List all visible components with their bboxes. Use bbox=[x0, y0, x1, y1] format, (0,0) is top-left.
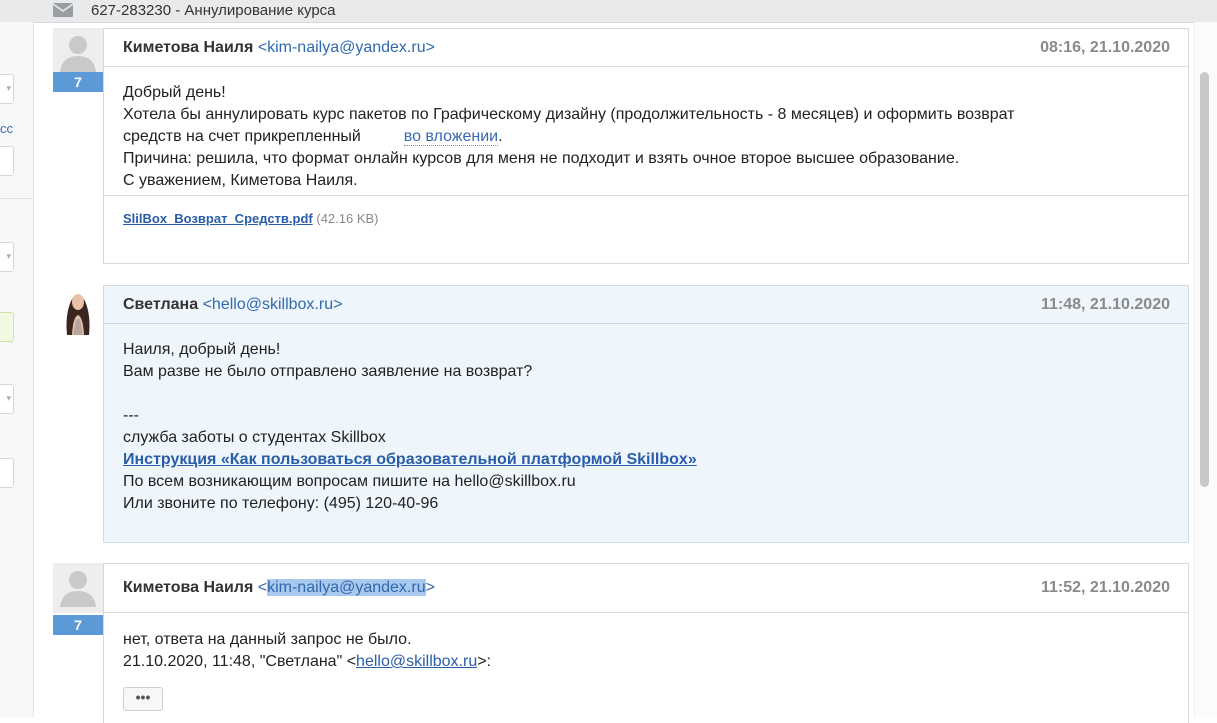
sidebar-dropdown-2[interactable]: ▾ bbox=[0, 242, 14, 272]
attachment-inline-link[interactable]: во вложении bbox=[403, 128, 499, 146]
chevron-down-icon: ▾ bbox=[6, 393, 11, 403]
sidebar-field-1[interactable] bbox=[0, 146, 14, 176]
user-placeholder-icon bbox=[53, 28, 103, 78]
message-date: 11:48, 21.10.2020 bbox=[1040, 296, 1170, 313]
message-body: нет, ответа на данный запрос не было. 21… bbox=[104, 613, 1188, 723]
signature-line: Или звоните по телефону: (495) 120-40-96 bbox=[123, 495, 439, 512]
message-card: Светлана <hello@skillbox.ru> 11:48, 21.1… bbox=[103, 285, 1189, 543]
sidebar-partial-text: сс bbox=[0, 121, 13, 136]
signature-separator: --- bbox=[123, 407, 139, 424]
avatar bbox=[53, 563, 103, 613]
message-header: Киметова Наиля <kim-nailya@yandex.ru> 08… bbox=[104, 29, 1188, 67]
attachment-size: (42.16 KB) bbox=[316, 211, 379, 226]
email-bracket: < bbox=[257, 579, 268, 596]
chevron-down-icon: ▾ bbox=[6, 83, 11, 93]
user-placeholder-icon bbox=[53, 563, 103, 613]
body-line: Хотела бы аннулировать курс пакетов по Г… bbox=[123, 106, 1015, 123]
sender-email[interactable]: <kim-nailya@yandex.ru> bbox=[258, 39, 435, 56]
message-date: 08:16, 21.10.2020 bbox=[1040, 39, 1170, 56]
selected-email-text[interactable]: kim-nailya@yandex.ru bbox=[267, 579, 426, 596]
message-3: 7 Киметова Наиля <kim-nailya@yandex.ru> … bbox=[53, 563, 1189, 723]
body-line: Причина: решила, что формат онлайн курсо… bbox=[123, 150, 960, 167]
staff-avatar bbox=[53, 285, 103, 335]
envelope-icon bbox=[53, 3, 73, 17]
message-date: 11:52, 21.10.2020 bbox=[1040, 579, 1170, 596]
attachment-row: SlilBox_Возврат_Средств.pdf (42.16 KB) bbox=[104, 195, 1188, 242]
sidebar-dropdown-3[interactable]: ▾ bbox=[0, 384, 14, 414]
body-text: . bbox=[498, 128, 503, 145]
sender-name: Киметова Наиля bbox=[123, 579, 254, 596]
body-line: С уважением, Киметова Наиля. bbox=[123, 172, 358, 189]
signature-line: По всем возникающим вопросам пишите на h… bbox=[123, 473, 576, 490]
message-body: Наиля, добрый день! Вам разве не было от… bbox=[104, 324, 1188, 527]
staff-photo-icon bbox=[53, 285, 103, 335]
scrollbar-thumb[interactable] bbox=[1200, 72, 1209, 487]
message-header: Светлана <hello@skillbox.ru> 11:48, 21.1… bbox=[104, 286, 1188, 324]
top-bar: 627-283230 - Аннулирование курса bbox=[0, 0, 1217, 23]
message-card: Киметова Наиля <kim-nailya@yandex.ru> 11… bbox=[103, 563, 1189, 723]
sidebar-field-2[interactable] bbox=[0, 458, 14, 488]
ticket-title: 627-283230 - Аннулирование курса bbox=[91, 2, 336, 19]
scrollbar[interactable] bbox=[1194, 22, 1217, 717]
sidebar-status-field[interactable] bbox=[0, 312, 14, 342]
message-count-badge: 7 bbox=[53, 615, 103, 635]
body-line: Вам разве не было отправлено заявление н… bbox=[123, 363, 533, 380]
attachment-file-link[interactable]: SlilBox_Возврат_Средств.pdf bbox=[123, 211, 313, 226]
message-body: Добрый день! Хотела бы аннулировать курс… bbox=[104, 67, 1188, 195]
quoted-email-link[interactable]: hello@skillbox.ru bbox=[356, 653, 477, 670]
body-line: средств на счет прикрепленный во вложени… bbox=[123, 126, 1169, 148]
chevron-down-icon: ▾ bbox=[6, 251, 11, 261]
sender-email[interactable]: <hello@skillbox.ru> bbox=[203, 296, 343, 313]
left-sidebar: ▾ сс ▾ ▾ bbox=[0, 22, 34, 717]
body-line: нет, ответа на данный запрос не было. bbox=[123, 631, 412, 648]
sender-name: Киметова Наиля bbox=[123, 39, 254, 56]
avatar bbox=[53, 28, 103, 78]
signature-line: служба заботы о студентах Skillbox bbox=[123, 429, 386, 446]
message-card: Киметова Наиля <kim-nailya@yandex.ru> 08… bbox=[103, 28, 1189, 264]
sender-email[interactable]: <kim-nailya@yandex.ru> bbox=[258, 579, 435, 596]
message-2: Светлана <hello@skillbox.ru> 11:48, 21.1… bbox=[53, 285, 1189, 543]
body-line: Добрый день! bbox=[123, 84, 226, 101]
instruction-link[interactable]: Инструкция «Как пользоваться образовател… bbox=[123, 451, 697, 468]
quote-header: 21.10.2020, 11:48, "Светлана" <hello@ski… bbox=[123, 651, 1169, 673]
message-count-badge: 7 bbox=[53, 72, 103, 92]
body-text: >: bbox=[477, 653, 492, 670]
message-header: Киметова Наиля <kim-nailya@yandex.ru> 11… bbox=[104, 564, 1188, 613]
body-text: средств на счет прикрепленный bbox=[123, 128, 361, 145]
sidebar-divider bbox=[0, 198, 33, 199]
body-text: 21.10.2020, 11:48, "Светлана" < bbox=[123, 653, 357, 670]
message-1: 7 Киметова Наиля <kim-nailya@yandex.ru> … bbox=[53, 28, 1189, 264]
body-line: Наиля, добрый день! bbox=[123, 341, 281, 358]
email-bracket: > bbox=[425, 579, 435, 596]
sidebar-dropdown-1[interactable]: ▾ bbox=[0, 74, 14, 104]
show-quoted-button[interactable]: ••• bbox=[123, 687, 163, 711]
sender-name: Светлана bbox=[123, 296, 199, 313]
